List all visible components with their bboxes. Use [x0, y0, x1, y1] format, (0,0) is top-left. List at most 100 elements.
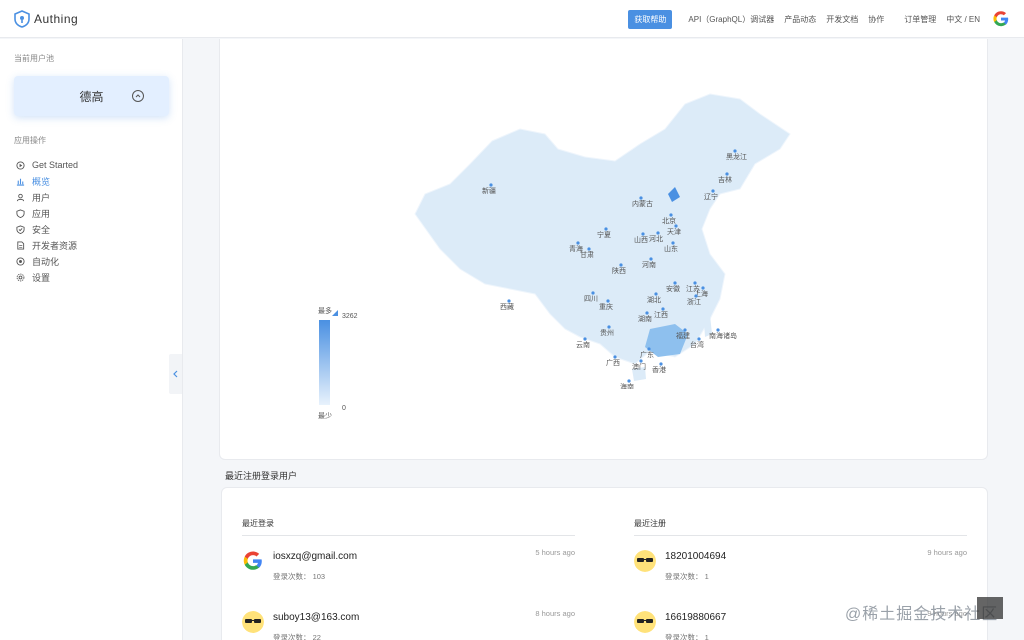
sidebar: 当前用户池 德高 应用操作 Get Started 概览 用户 应用 安全 开发…: [0, 39, 183, 640]
sidebar-item-label: Get Started: [32, 160, 79, 170]
map-landmass: [414, 93, 791, 365]
province-label: 江西: [654, 311, 668, 319]
sidebar-item-developer-resources[interactable]: 开发者资源: [16, 237, 78, 253]
logo[interactable]: Authing: [14, 10, 78, 28]
recent-login-title: 最近登录: [242, 518, 575, 536]
nav-product-news[interactable]: 产品动态: [784, 14, 816, 25]
nav-orders[interactable]: 订单管理: [904, 14, 936, 25]
province-label: 贵州: [600, 328, 614, 337]
legend-min-value: 0: [342, 405, 346, 412]
pool-name: 德高: [79, 89, 104, 104]
watermark-text: @稀土掘金技术社区: [845, 606, 999, 623]
file-icon: [17, 240, 25, 250]
sidebar-item-users[interactable]: 用户: [16, 189, 78, 205]
user-pool-selector[interactable]: 德高: [14, 76, 169, 116]
sunglasses-avatar-icon: [634, 550, 656, 572]
login-time: 5 hours ago: [535, 548, 575, 557]
top-nav: 获取帮助 API（GraphQL）调试器 产品动态 开发文档 协作 订单管理 中…: [628, 0, 1010, 38]
province-label: 北京: [662, 216, 676, 225]
china-map[interactable]: 黑龙江吉林辽宁新疆内蒙古北京天津河北山西宁夏青海甘肃山东陕西河南西藏四川重庆湖北…: [410, 89, 800, 389]
chevron-up-icon[interactable]: [132, 90, 144, 102]
authing-logo-icon: [14, 10, 30, 28]
login-count: 登录次数： 1: [665, 572, 709, 581]
sidebar-item-label: 应用: [32, 208, 51, 219]
province-label: 香港: [652, 365, 666, 374]
login-count: 登录次数： 103: [273, 572, 326, 581]
legend-handle-icon[interactable]: [332, 310, 338, 316]
login-count: 登录次数： 22: [273, 633, 321, 640]
ops-label: 应用操作: [14, 136, 46, 145]
province-label: 山西: [634, 235, 648, 244]
sidebar-item-label: 安全: [32, 224, 51, 235]
sunglasses-avatar-icon: [242, 611, 264, 633]
province-label: 湖北: [647, 295, 661, 304]
legend-low-label: 最少: [318, 413, 332, 420]
sidebar-item-security[interactable]: 安全: [16, 221, 78, 237]
list-item[interactable]: suboy13@163.com 登录次数： 22 8 hours ago: [242, 609, 575, 640]
province-label: 湖南: [638, 314, 652, 323]
sidebar-item-label: 概览: [32, 176, 51, 187]
recent-register-title: 最近注册: [634, 518, 967, 536]
list-item[interactable]: iosxzq@gmail.com 登录次数： 103 5 hours ago: [242, 548, 575, 597]
sidebar-menu: Get Started 概览 用户 应用 安全 开发者资源 自动化 设置: [16, 157, 78, 285]
sidebar-collapse-handle[interactable]: [169, 354, 182, 394]
sidebar-item-automation[interactable]: 自动化: [16, 253, 78, 269]
user-icon: [16, 193, 25, 201]
login-map-card: 最多 3262 0 最少 黑龙江 吉林 辽宁 新疆 内蒙古 北京 天津 河北 山西 宁夏 青海 甘肃山…: [219, 39, 988, 460]
user-avatar-google-icon[interactable]: [992, 10, 1010, 28]
province-label: 辽宁: [704, 192, 718, 201]
province-label: 陕西: [612, 266, 626, 275]
province-label: 西藏: [500, 302, 514, 311]
province-label: 海南: [620, 382, 634, 389]
province-label: 黑龙江: [726, 152, 747, 161]
target-icon: [16, 256, 25, 266]
province-label: 澳门: [632, 362, 646, 371]
nav-api-debugger[interactable]: API（GraphQL）调试器: [688, 14, 774, 25]
chevron-left-icon: [173, 370, 178, 378]
province-label: 新疆: [482, 186, 496, 195]
province-label: 甘肃: [580, 250, 594, 259]
bar-chart-icon: [16, 178, 25, 186]
legend-gradient-bar[interactable]: [319, 320, 330, 405]
province-label: 云南: [576, 340, 590, 349]
province-label: 四川: [584, 295, 598, 303]
user-email[interactable]: iosxzq@gmail.com: [273, 551, 357, 562]
sidebar-item-label: 用户: [32, 192, 51, 203]
sidebar-item-overview[interactable]: 概览: [16, 173, 78, 189]
province-label: 重庆: [599, 302, 613, 311]
province-label: 安徽: [666, 284, 680, 293]
nav-dev-docs[interactable]: 开发文档: [826, 14, 858, 25]
province-label: 宁夏: [597, 230, 611, 239]
province-label: 河北: [649, 235, 663, 243]
shield-icon: [16, 208, 25, 218]
sunglasses-avatar-icon: [634, 611, 656, 633]
user-email[interactable]: suboy13@163.com: [273, 612, 359, 623]
login-count: 登录次数： 1: [665, 633, 709, 640]
gear-icon: [16, 273, 25, 281]
user-phone[interactable]: 18201004694: [665, 551, 726, 562]
top-bar: Authing 获取帮助 API（GraphQL）调试器 产品动态 开发文档 协…: [0, 0, 1024, 38]
province-label: 浙江: [687, 297, 701, 306]
province-label: 福建: [676, 331, 690, 340]
google-avatar-icon: [243, 551, 262, 570]
sidebar-item-apps[interactable]: 应用: [16, 205, 78, 221]
sidebar-item-label: 设置: [32, 272, 51, 283]
province-label: 台湾: [690, 340, 704, 349]
register-time: 9 hours ago: [927, 548, 967, 557]
province-label: 山东: [664, 244, 678, 253]
province-label: 南海诸岛: [709, 331, 737, 340]
province-label: 广西: [606, 358, 620, 367]
language-switch[interactable]: 中文 / EN: [946, 14, 980, 25]
sidebar-item-settings[interactable]: 设置: [16, 269, 78, 285]
help-button[interactable]: 获取帮助: [628, 9, 673, 29]
logo-text: Authing: [34, 12, 79, 26]
list-item[interactable]: 18201004694 登录次数： 1 9 hours ago: [634, 548, 967, 597]
pool-label: 当前用户池: [14, 54, 54, 63]
sidebar-item-get-started[interactable]: Get Started: [16, 157, 78, 173]
user-phone[interactable]: 16619880667: [665, 612, 726, 623]
shield-check-icon: [16, 224, 25, 234]
login-time: 8 hours ago: [535, 609, 575, 618]
legend-max-value: 3262: [342, 313, 358, 320]
nav-collaboration[interactable]: 协作: [868, 14, 884, 25]
province-label: 广东: [640, 350, 654, 359]
